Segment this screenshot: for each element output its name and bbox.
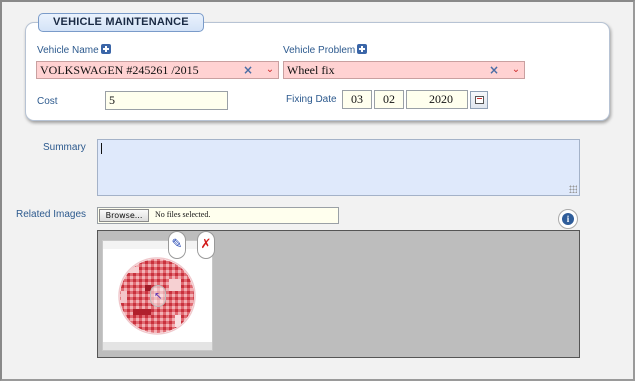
- no-files-text: No files selected.: [155, 210, 211, 219]
- vehicle-problem-select[interactable]: Wheel fix × ⌄: [283, 61, 525, 79]
- summary-label: Summary: [43, 142, 86, 153]
- browse-button[interactable]: Browse...: [99, 209, 149, 222]
- fixing-date-label: Fixing Date: [286, 94, 337, 105]
- cost-label: Cost: [37, 96, 58, 107]
- add-problem-plus-icon[interactable]: [357, 44, 368, 54]
- info-button[interactable]: i: [558, 209, 578, 229]
- fixing-date-year-input[interactable]: 2020: [406, 90, 468, 109]
- delete-x-icon: ✗: [200, 237, 212, 252]
- vehicle-name-select[interactable]: VOLKSWAGEN #245261 /2015 × ⌄: [36, 61, 279, 79]
- fixing-date-month-input[interactable]: 02: [374, 90, 404, 109]
- vehicle-problem-label: Vehicle Problem: [283, 45, 356, 56]
- fixing-date-day-input[interactable]: 03: [342, 90, 372, 109]
- pencil-icon: ✎: [171, 237, 183, 252]
- add-vehicle-plus-icon[interactable]: [100, 44, 111, 54]
- vehicle-name-value: VOLKSWAGEN #245261 /2015: [40, 63, 199, 77]
- resize-grip-icon[interactable]: [569, 185, 577, 193]
- file-input[interactable]: Browse... No files selected.: [97, 207, 339, 224]
- vehicle-name-label: Vehicle Name: [37, 45, 99, 56]
- vehicle-problem-label-row: Vehicle Problem: [283, 44, 368, 56]
- vehicle-problem-chevron-down-icon[interactable]: ⌄: [509, 63, 523, 77]
- vehicle-name-label-row: Vehicle Name: [37, 44, 111, 56]
- text-caret: [101, 143, 102, 154]
- drag-handle[interactable]: ↖: [150, 285, 166, 307]
- cost-input[interactable]: 5: [105, 91, 228, 110]
- clear-vehicle-name-icon[interactable]: ×: [243, 64, 253, 76]
- move-arrow-icon: ↖: [154, 291, 163, 302]
- vehicle-name-chevron-down-icon[interactable]: ⌄: [263, 63, 277, 77]
- clear-vehicle-problem-icon[interactable]: ×: [489, 64, 499, 76]
- related-images-label: Related Images: [16, 209, 87, 220]
- thumbnail-footer: [103, 342, 212, 350]
- calendar-button[interactable]: [470, 91, 488, 109]
- info-icon: i: [562, 213, 574, 225]
- calendar-icon: [475, 96, 484, 104]
- panel-legend: VEHICLE MAINTENANCE: [38, 13, 204, 32]
- vehicle-problem-value: Wheel fix: [287, 63, 335, 77]
- edit-image-button[interactable]: ✎: [168, 231, 186, 259]
- summary-textarea[interactable]: [97, 139, 580, 196]
- delete-image-button[interactable]: ✗: [197, 231, 215, 259]
